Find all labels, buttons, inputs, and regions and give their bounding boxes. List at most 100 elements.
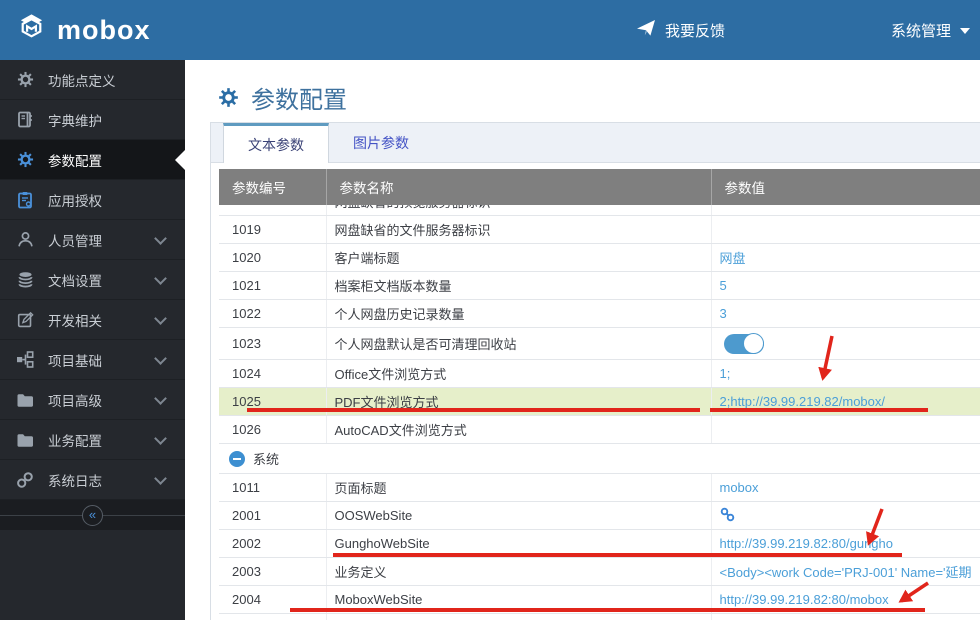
param-id: 1026 <box>219 415 327 444</box>
clipboard-icon <box>15 191 35 209</box>
param-value: http://39.99.219.82:80/gungho <box>711 529 980 558</box>
param-value-link[interactable]: http://39.99.219.82:80/gungho <box>720 536 894 551</box>
table-row[interactable]: 1021 档案柜文档版本数量 5 <box>219 271 980 300</box>
table-row-partial[interactable]: 1018网盘缺省的预览服务器标识1 <box>219 205 980 216</box>
sidebar-item-字典维护[interactable]: 字典维护 <box>0 100 185 140</box>
param-id: 1025 <box>219 387 327 416</box>
param-id: 1011 <box>219 473 327 502</box>
param-name: 网盘缺省的预览服务器标识 <box>326 205 712 216</box>
app-window: mobox 我要反馈 系统管理 功能点定义字典维护参数配置应用授权 人员管理文档设… <box>0 0 980 620</box>
table-row[interactable]: 1026 AutoCAD文件浏览方式 <box>219 415 980 444</box>
param-value-link[interactable]: mobox <box>720 480 759 495</box>
param-value: 1; <box>711 359 980 388</box>
column-header-name: 参数名称 <box>326 169 712 205</box>
link-icon[interactable] <box>720 507 735 525</box>
chevron-down-icon <box>154 231 167 245</box>
param-value-link[interactable]: 3 <box>720 306 727 321</box>
sidebar-item-项目高级[interactable]: 项目高级 <box>0 380 185 420</box>
param-name: 网盘缺省的文件服务器标识 <box>326 215 712 244</box>
param-value-link[interactable]: 网盘 <box>720 251 746 266</box>
table-row[interactable]: 1025 PDF文件浏览方式 2;http://39.99.219.82/mobox… <box>219 387 980 416</box>
param-value-link[interactable]: 1; <box>720 366 731 381</box>
folder-icon <box>15 432 35 448</box>
sidebar-item-参数配置[interactable]: 参数配置 <box>0 140 185 180</box>
table-row[interactable]: 1023 个人网盘默认是否可清理回收站 <box>219 327 980 360</box>
chevron-down-icon <box>154 271 167 285</box>
param-name: 页面标题 <box>326 473 712 502</box>
param-value-link[interactable]: <Body><work Code='PRJ-001' Name='延期 <box>720 565 972 580</box>
table-row[interactable]: 1022 个人网盘历史记录数量 3 <box>219 299 980 328</box>
tab-文本参数[interactable]: 文本参数 <box>223 123 329 163</box>
table-row[interactable]: 1024 Office文件浏览方式 1; <box>219 359 980 388</box>
param-id: 2003 <box>219 557 327 586</box>
param-name: 个人网盘默认是否可清理回收站 <box>326 327 712 360</box>
param-value-link[interactable]: 5 <box>720 278 727 293</box>
param-value <box>711 415 980 444</box>
logo[interactable]: mobox <box>16 0 151 60</box>
param-value: 1 <box>711 205 980 216</box>
toggle-switch[interactable] <box>723 332 764 354</box>
table-row[interactable]: 1020 客户端标题 网盘 <box>219 243 980 272</box>
tab-图片参数[interactable]: 图片参数 <box>329 123 433 162</box>
chevron-down-icon <box>154 431 167 445</box>
param-value: 网盘 <box>711 243 980 272</box>
param-value <box>711 501 980 530</box>
chevron-down-icon <box>154 351 167 365</box>
sidebar-item-label: 字典维护 <box>48 113 102 129</box>
param-name: 客户端标题 <box>326 243 712 272</box>
param-id: 1019 <box>219 215 327 244</box>
database-icon <box>15 271 35 288</box>
param-value: 2;http://39.99.219.82/mobox/ <box>711 387 980 416</box>
param-name: MoboxWebSite <box>326 585 712 614</box>
top-bar: mobox 我要反馈 系统管理 <box>0 0 980 60</box>
table-row[interactable]: 2001 OOSWebSite <box>219 501 980 530</box>
collapse-sidebar-button[interactable]: « <box>82 504 103 526</box>
section-label: 系统 <box>253 452 280 467</box>
param-id: 1023 <box>219 327 327 360</box>
chevron-down-icon <box>154 311 167 325</box>
param-id: 1022 <box>219 299 327 328</box>
sidebar-item-label: 参数配置 <box>48 153 102 169</box>
tab-panel: 文本参数图片参数 参数编号 参数名称 参数值 1018网盘缺省的预览服务器标识1… <box>210 122 980 620</box>
paper-plane-icon <box>636 19 656 41</box>
sidebar-item-文档设置[interactable]: 文档设置 <box>0 260 185 300</box>
tab-strip: 文本参数 图片参数 <box>211 123 980 163</box>
sidebar: 功能点定义字典维护参数配置应用授权 人员管理文档设置开发相关项目基础项目高级业务配… <box>0 60 185 620</box>
param-id: 1021 <box>219 271 327 300</box>
logo-text: mobox <box>57 14 151 45</box>
sidebar-item-开发相关[interactable]: 开发相关 <box>0 300 185 340</box>
section-row[interactable]: 系统 <box>219 443 980 474</box>
user-menu[interactable]: 系统管理 <box>891 0 970 60</box>
param-id: 2002 <box>219 529 327 558</box>
person-icon <box>15 231 35 248</box>
caret-down-icon <box>960 28 970 34</box>
param-name: 个人网盘历史记录数量 <box>326 299 712 328</box>
feedback-label: 我要反馈 <box>665 22 726 40</box>
sidebar-item-应用授权[interactable]: 应用授权 <box>0 180 185 220</box>
pencil-icon <box>15 311 35 328</box>
sidebar-item-功能点定义[interactable]: 功能点定义 <box>0 60 185 100</box>
sidebar-item-人员管理[interactable]: 人员管理 <box>0 220 185 260</box>
param-table-wrap: 参数编号 参数名称 参数值 1018网盘缺省的预览服务器标识11019网盘缺省的… <box>219 169 980 620</box>
sidebar-item-系统日志[interactable]: 系统日志 <box>0 460 185 500</box>
collapse-section-icon[interactable] <box>229 450 245 467</box>
feedback-button[interactable]: 我要反馈 <box>636 0 725 60</box>
param-name: GunghoWebSite <box>326 529 712 558</box>
param-name: OOSWebSite <box>326 501 712 530</box>
table-row[interactable]: 2002 GunghoWebSite http://39.99.219.82:80/… <box>219 529 980 558</box>
sidebar-item-label: 开发相关 <box>48 313 102 329</box>
param-name: Office文件浏览方式 <box>326 359 712 388</box>
sidebar-item-业务配置[interactable]: 业务配置 <box>0 420 185 460</box>
table-row[interactable]: 1019 网盘缺省的文件服务器标识 <box>219 215 980 244</box>
table-row[interactable]: 1011 页面标题 mobox <box>219 473 980 502</box>
sidebar-item-label: 项目高级 <box>48 393 102 409</box>
param-value-link[interactable]: http://39.99.219.82:80/mobox <box>720 592 889 607</box>
sidebar-item-项目基础[interactable]: 项目基础 <box>0 340 185 380</box>
param-id: 1020 <box>219 243 327 272</box>
gear-icon <box>15 151 35 168</box>
table-row[interactable]: 2003 业务定义 <Body><work Code='PRJ-001' Name=… <box>219 557 980 586</box>
param-table: 参数编号 参数名称 参数值 1018网盘缺省的预览服务器标识11019网盘缺省的… <box>219 169 980 620</box>
table-row[interactable]: 2004 MoboxWebSite http://39.99.219.82:80/m… <box>219 585 980 614</box>
sidebar-item-label: 文档设置 <box>48 273 102 289</box>
param-value-link[interactable]: 2;http://39.99.219.82/mobox/ <box>720 394 886 409</box>
